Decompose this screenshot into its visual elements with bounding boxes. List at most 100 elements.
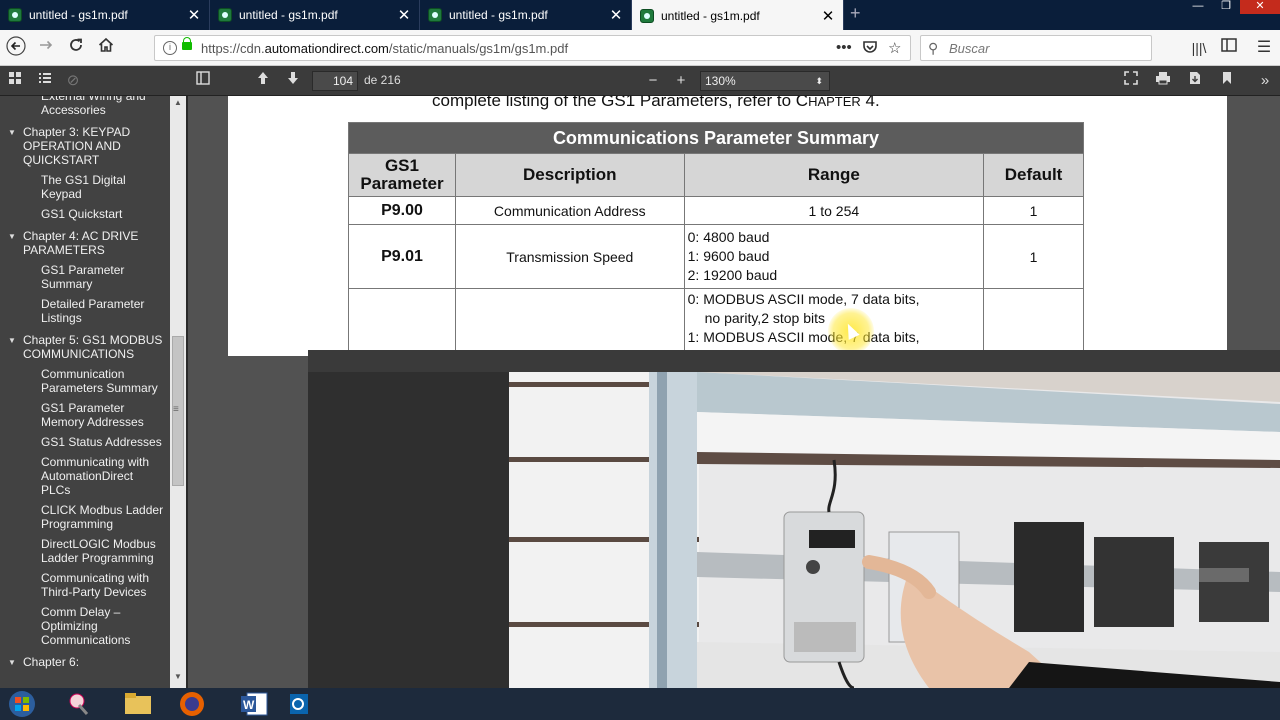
browser-tab[interactable]: untitled - gs1m.pdf ✕	[0, 0, 210, 30]
print-icon[interactable]	[1154, 71, 1172, 91]
browser-tab-active[interactable]: untitled - gs1m.pdf ✕	[632, 0, 844, 31]
outline-item[interactable]: Communicating with AutomationDirect PLCs	[0, 453, 170, 501]
outline-item[interactable]: Communicating with Third-Party Devices	[0, 569, 170, 603]
taskbar-app[interactable]	[112, 688, 164, 720]
attachments-icon[interactable]: ⊘	[64, 71, 82, 91]
close-window-icon[interactable]: ✕	[1240, 0, 1280, 14]
reload-icon	[70, 38, 82, 51]
taskbar-app[interactable]	[286, 688, 310, 720]
sidebar-toggle-icon[interactable]	[1217, 36, 1241, 60]
presentation-mode-icon[interactable]	[1122, 71, 1140, 91]
close-tab-icon[interactable]: ✕	[187, 6, 201, 24]
column-header: Default	[983, 153, 1084, 197]
outline-item[interactable]: GS1 Quickstart	[0, 205, 170, 225]
secure-lock-icon	[182, 37, 192, 50]
minimize-icon[interactable]: —	[1184, 0, 1212, 14]
forward-arrow-icon	[40, 40, 53, 50]
range-cell: 1 to 254	[683, 196, 985, 225]
outline-chapter[interactable]: ▼ Chapter 6:	[0, 653, 170, 673]
close-tab-icon[interactable]: ✕	[821, 7, 835, 25]
home-button[interactable]	[94, 36, 118, 60]
browser-tab[interactable]: untitled - gs1m.pdf ✕	[210, 0, 420, 30]
outline-chapter[interactable]: ▼ Chapter 5: GS1 MODBUS COMMUNICATIONS	[0, 331, 170, 365]
outline-item[interactable]: Detailed Parameter Listings	[0, 295, 170, 329]
home-icon	[98, 37, 114, 52]
page-intro-text: complete listing of the GS1 Parameters, …	[432, 96, 880, 110]
browser-tab[interactable]: untitled - gs1m.pdf ✕	[420, 0, 632, 30]
expand-triangle-icon[interactable]: ▼	[8, 334, 16, 348]
page-actions-icon[interactable]: •••	[836, 39, 852, 56]
navigation-bar: i https://cdn.automationdirect.com/stati…	[0, 30, 1280, 66]
window-controls: — ❐ ✕	[1184, 0, 1280, 14]
start-button[interactable]	[0, 688, 44, 720]
taskbar-app[interactable]	[166, 688, 218, 720]
scroll-up-icon[interactable]: ▲	[170, 98, 186, 112]
tab-title: untitled - gs1m.pdf	[661, 8, 760, 23]
windows-start-icon	[9, 691, 35, 717]
outline-item[interactable]: Communication Parameters Summary	[0, 365, 170, 399]
outline-item[interactable]: GS1 Status Addresses	[0, 433, 170, 453]
desc-cell: Transmission Speed	[454, 224, 685, 289]
expand-triangle-icon[interactable]: ▼	[8, 230, 16, 244]
tab-title: untitled - gs1m.pdf	[449, 8, 548, 22]
scroll-down-icon[interactable]: ▼	[170, 672, 186, 686]
library-icon[interactable]: |||\	[1187, 36, 1211, 60]
close-tab-icon[interactable]: ✕	[397, 6, 411, 24]
outline-chapter[interactable]: ▼ Chapter 3: KEYPAD OPERATION AND QUICKST…	[0, 123, 170, 171]
drive-hardware-photo	[509, 372, 1280, 688]
zoom-select[interactable]: 130% ⬍	[700, 71, 830, 91]
outline-item[interactable]: External Wiring and Accessories	[0, 96, 170, 121]
pdf-favicon-icon	[8, 8, 22, 22]
zoom-in-icon[interactable]: +	[672, 71, 690, 91]
outline-item[interactable]: DirectLOGIC Modbus Ladder Programming	[0, 535, 170, 569]
toggle-sidebar-icon[interactable]	[194, 71, 212, 91]
snipping-tool-icon	[69, 693, 89, 715]
firefox-icon	[180, 692, 204, 716]
previous-page-icon[interactable]	[254, 71, 272, 91]
outline-item[interactable]: GS1 Parameter Memory Addresses	[0, 399, 170, 433]
taskbar-app[interactable]	[54, 688, 106, 720]
address-bar[interactable]: i https://cdn.automationdirect.com/stati…	[154, 35, 911, 61]
expand-triangle-icon[interactable]: ▼	[8, 656, 16, 670]
search-input[interactable]: ⚲ Buscar	[920, 35, 1152, 61]
close-tab-icon[interactable]: ✕	[609, 6, 623, 24]
site-info-icon[interactable]: i	[163, 41, 177, 55]
bookmark-icon[interactable]	[1218, 71, 1236, 91]
bookmark-star-icon[interactable]: ☆	[888, 39, 901, 57]
reload-button[interactable]	[64, 36, 88, 60]
maximize-icon[interactable]: ❐	[1212, 0, 1240, 14]
param-cell	[348, 288, 456, 356]
pdf-page: complete listing of the GS1 Parameters, …	[228, 96, 1227, 356]
taskbar-app[interactable]: W	[228, 688, 280, 720]
pdf-toolbar: ⊘ 104 de 216 − + 130% ⬍ »	[0, 66, 1280, 96]
forward-button[interactable]	[34, 36, 58, 60]
sidebar-scrollbar[interactable]: ▲ ≡ ▼	[170, 96, 186, 688]
outline-item[interactable]: CLICK Modbus Ladder Programming	[0, 501, 170, 535]
pocket-icon[interactable]	[862, 39, 878, 59]
word-icon: W	[241, 692, 268, 716]
outline-item[interactable]: The GS1 Digital Keypad	[0, 171, 170, 205]
new-tab-button[interactable]: +	[850, 3, 861, 24]
default-cell: 1	[983, 196, 1084, 225]
outline-chapter[interactable]: ▼ Chapter 4: AC DRIVE PARAMETERS	[0, 227, 170, 261]
range-cell: 0: 4800 baud 1: 9600 baud 2: 19200 baud	[683, 224, 985, 289]
url-text[interactable]: https://cdn.automationdirect.com/static/…	[201, 41, 568, 56]
outline-item[interactable]: GS1 Parameter Summary	[0, 261, 170, 295]
outline-item[interactable]: Comm Delay – Optimizing Communications	[0, 603, 170, 651]
default-cell: 1	[983, 224, 1084, 289]
menu-icon[interactable]: ☰	[1252, 36, 1276, 60]
search-icon: ⚲	[928, 40, 939, 56]
page-number-input[interactable]: 104	[312, 71, 358, 91]
thumbnails-icon[interactable]	[6, 71, 24, 91]
expand-triangle-icon[interactable]: ▼	[8, 126, 16, 140]
back-button[interactable]	[4, 36, 28, 60]
pdf-favicon-icon	[428, 8, 442, 22]
tools-chevron-icon[interactable]: »	[1256, 71, 1274, 91]
svg-text:W: W	[243, 698, 255, 712]
outlook-icon	[290, 694, 308, 714]
zoom-out-icon[interactable]: −	[644, 71, 662, 91]
tab-title: untitled - gs1m.pdf	[29, 8, 128, 22]
next-page-icon[interactable]	[284, 71, 302, 91]
outline-icon[interactable]	[36, 71, 54, 91]
download-icon[interactable]	[1186, 71, 1204, 91]
